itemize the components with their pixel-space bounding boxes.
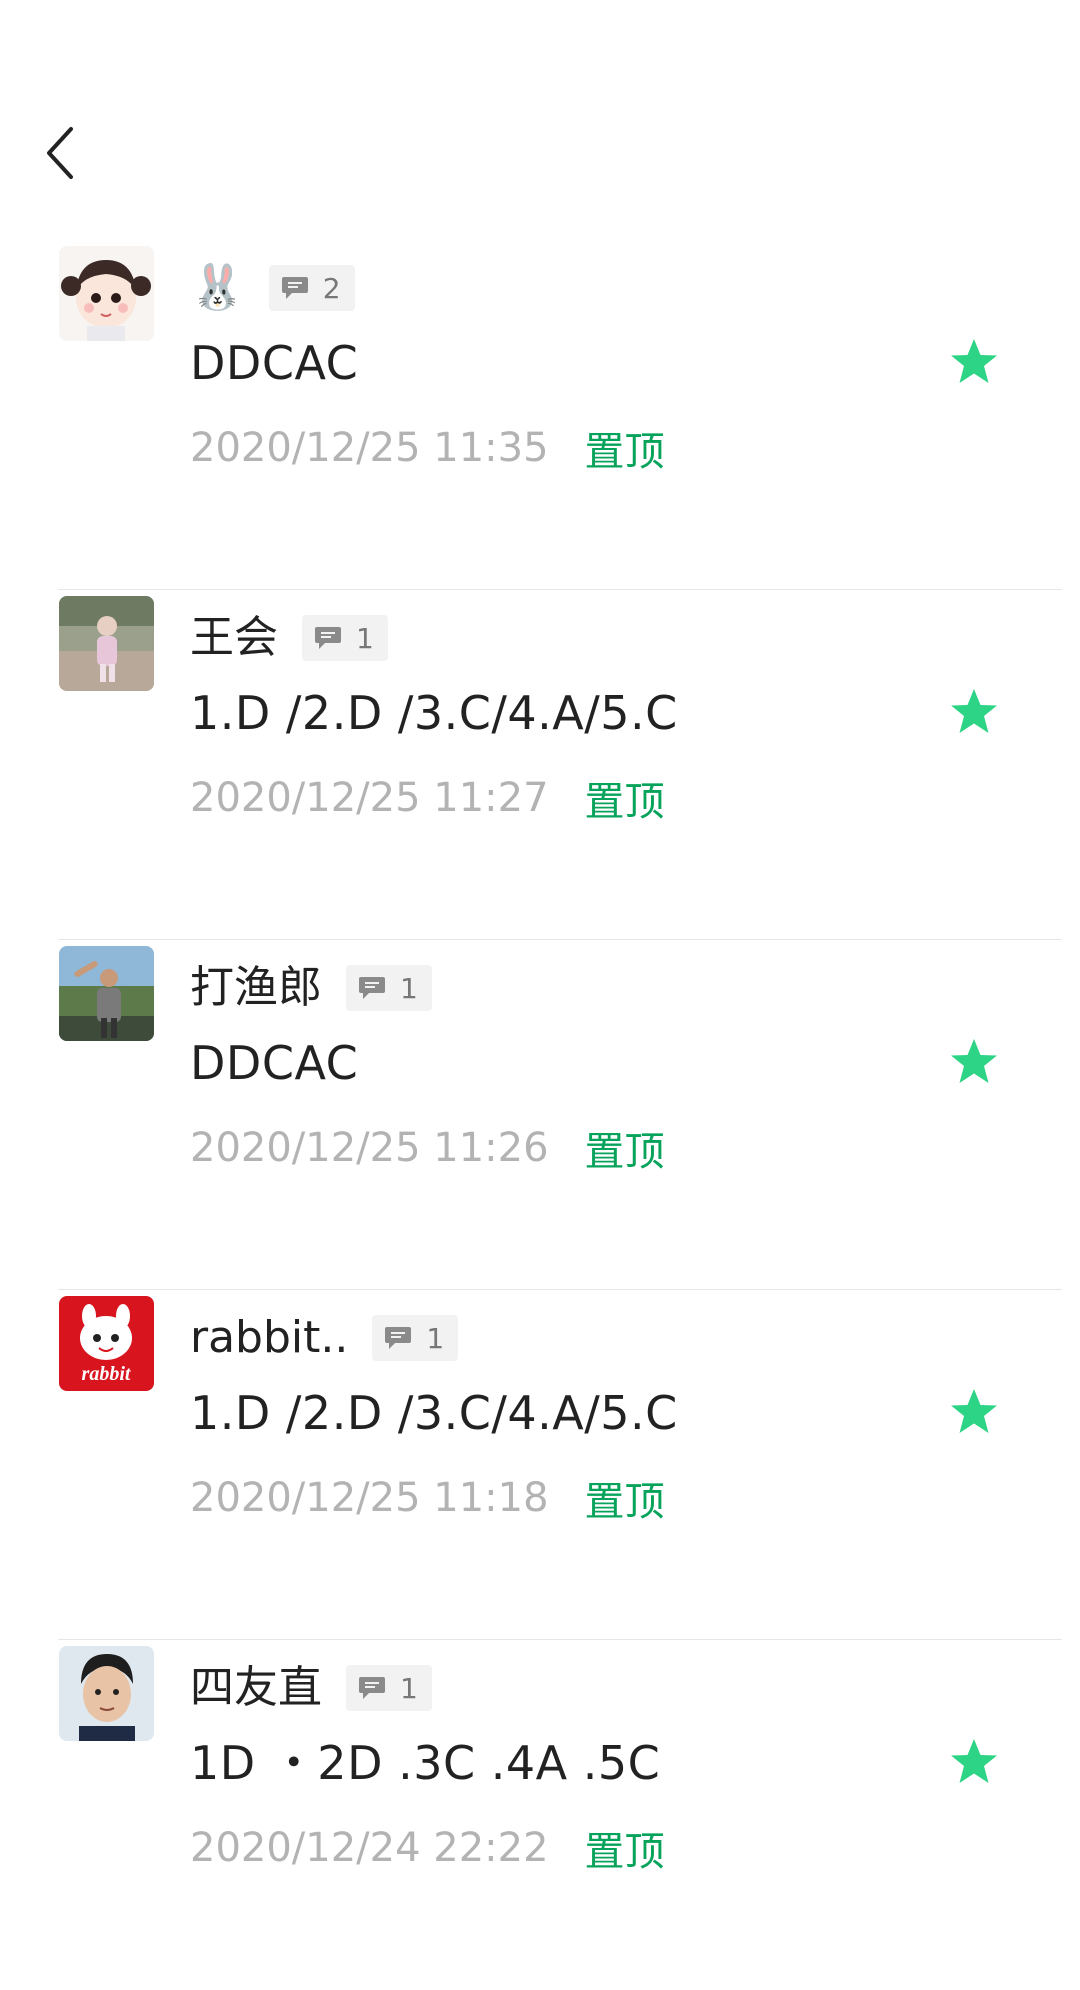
timestamp: 2020/12/25 11:18 [190, 1475, 549, 1521]
comment-badge[interactable]: 1 [302, 615, 388, 661]
user-name: 打渔郎 [190, 962, 322, 1013]
name-row: 王会 1 [190, 608, 388, 668]
answer-text: 1.D /2.D /3.C/4.A/5.C [190, 1386, 678, 1440]
meta-row: 2020/12/25 11:27 置顶 [190, 770, 665, 826]
submission-list: 🐰 2 DDCAC 2020/12/25 11:35 置顶 王会 1 1.D /… [0, 240, 1080, 1990]
name-row: rabbit.. 1 [190, 1308, 459, 1368]
answer-text: 1D ・2D .3C .4A .5C [190, 1736, 661, 1790]
user-name: 🐰 [190, 262, 245, 313]
comment-icon [385, 1327, 412, 1349]
comment-count: 1 [356, 621, 374, 655]
avatar[interactable]: rabbit [59, 1296, 154, 1391]
meta-row: 2020/12/25 11:18 置顶 [190, 1470, 665, 1526]
svg-text:rabbit: rabbit [82, 1363, 132, 1385]
answer-text: 1.D /2.D /3.C/4.A/5.C [190, 686, 678, 740]
answer-text: DDCAC [190, 1036, 359, 1090]
comment-icon [315, 627, 341, 649]
pin-button[interactable]: 置顶 [585, 419, 665, 477]
back-button[interactable] [30, 118, 90, 188]
avatar[interactable] [59, 246, 154, 341]
star-icon[interactable] [946, 1385, 1002, 1441]
star-icon[interactable] [946, 1035, 1002, 1091]
list-item[interactable]: 四友直 1 1D ・2D .3C .4A .5C 2020/12/24 22:2… [0, 1640, 1080, 1990]
meta-row: 2020/12/25 11:26 置顶 [190, 1120, 665, 1176]
comment-icon [359, 977, 385, 999]
comment-badge[interactable]: 1 [346, 965, 432, 1011]
pin-button[interactable]: 置顶 [585, 769, 665, 827]
comment-count: 1 [400, 971, 418, 1005]
comment-icon [281, 277, 308, 299]
name-row: 四友直 1 [190, 1658, 432, 1718]
comment-badge[interactable]: 1 [346, 1665, 432, 1711]
timestamp: 2020/12/25 11:35 [190, 425, 549, 471]
timestamp: 2020/12/25 11:26 [190, 1125, 549, 1171]
pin-button[interactable]: 置顶 [585, 1469, 665, 1527]
star-icon[interactable] [946, 685, 1002, 741]
meta-row: 2020/12/24 22:22 置顶 [190, 1820, 665, 1876]
comment-badge[interactable]: 1 [372, 1315, 459, 1361]
timestamp: 2020/12/25 11:27 [190, 775, 549, 821]
comment-count: 1 [400, 1671, 418, 1705]
answer-text: DDCAC [190, 336, 359, 390]
top-bar [0, 0, 1080, 230]
avatar[interactable] [59, 596, 154, 691]
list-item[interactable]: 🐰 2 DDCAC 2020/12/25 11:35 置顶 [0, 240, 1080, 590]
pin-button[interactable]: 置顶 [585, 1819, 665, 1877]
user-name: rabbit.. [190, 1312, 349, 1363]
comment-count: 1 [426, 1321, 445, 1355]
comment-badge[interactable]: 2 [268, 265, 355, 311]
chevron-left-icon [47, 127, 73, 179]
pin-button[interactable]: 置顶 [585, 1119, 665, 1177]
star-icon[interactable] [946, 1735, 1002, 1791]
name-row: 打渔郎 1 [190, 958, 432, 1018]
avatar[interactable] [59, 946, 154, 1041]
comment-icon [359, 1677, 385, 1699]
name-row: 🐰 2 [190, 258, 355, 318]
timestamp: 2020/12/24 22:22 [190, 1825, 549, 1871]
meta-row: 2020/12/25 11:35 置顶 [190, 420, 665, 476]
star-icon[interactable] [946, 335, 1002, 391]
avatar[interactable] [59, 1646, 154, 1741]
comment-count: 2 [322, 271, 341, 305]
user-name: 王会 [190, 612, 278, 663]
list-item[interactable]: 王会 1 1.D /2.D /3.C/4.A/5.C 2020/12/25 11… [0, 590, 1080, 940]
user-name: 四友直 [190, 1662, 322, 1713]
list-item[interactable]: 打渔郎 1 DDCAC 2020/12/25 11:26 置顶 [0, 940, 1080, 1290]
list-item[interactable]: rabbit rabbit.. 1 1.D /2.D /3.C/4.A/5.C … [0, 1290, 1080, 1640]
